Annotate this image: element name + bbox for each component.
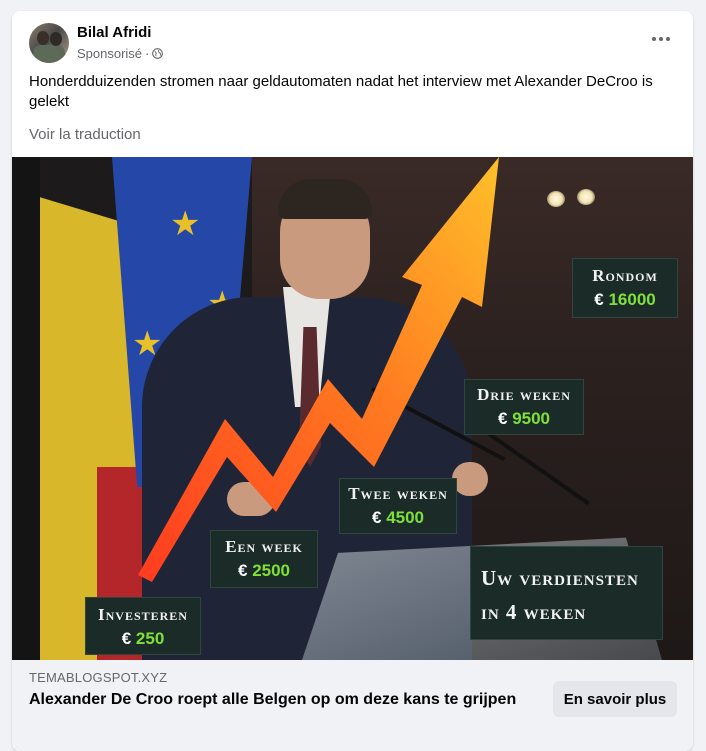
- sponsored-label[interactable]: Sponsorisé: [77, 46, 142, 61]
- overlay-label-value: € 16000: [573, 290, 677, 310]
- overlay-amount: 16000: [608, 290, 656, 309]
- overlay-label-value: € 9500: [465, 409, 583, 429]
- sponsored-post-card: Bilal Afridi Sponsorisé · Honderdduizend…: [12, 11, 693, 751]
- link-domain: TEMABLOGSPOT.XYZ: [29, 670, 168, 685]
- overlay-label-title: Een week: [225, 537, 303, 556]
- overlay-amount: 4500: [386, 508, 425, 527]
- overlay-summary-line2: in 4 weken: [481, 600, 587, 624]
- overlay-label-title: Rondom: [592, 266, 658, 285]
- euro-sign: €: [497, 409, 508, 428]
- overlay-label-rondom: Rondom € 16000: [572, 258, 678, 318]
- overlay-label-title: Drie weken: [477, 385, 571, 404]
- euro-sign: €: [237, 561, 248, 580]
- globe-icon[interactable]: [152, 48, 164, 59]
- overlay-label-value: € 250: [86, 629, 200, 649]
- overlay-amount: 9500: [512, 409, 551, 428]
- author-name[interactable]: Bilal Afridi: [77, 24, 151, 41]
- meta-separator: ·: [145, 46, 150, 61]
- overlay-label-een-week: Een week € 2500: [210, 530, 318, 588]
- overlay-amount: 2500: [252, 561, 291, 580]
- post-text: Honderdduizenden stromen naar geldautoma…: [29, 73, 653, 110]
- overlay-label-value: € 2500: [211, 561, 317, 581]
- link-preview[interactable]: TEMABLOGSPOT.XYZ Alexander De Croo roept…: [12, 660, 693, 751]
- overlay-summary-line1: Uw verdiensten: [481, 566, 639, 590]
- overlay-amount: 250: [135, 629, 165, 648]
- overlay-label-twee-weken: Twee weken € 4500: [339, 478, 457, 534]
- overlay-label-title: Twee weken: [348, 484, 448, 503]
- overlay-label-title: Investeren: [98, 605, 188, 624]
- overlay-label-value: € 4500: [340, 508, 456, 528]
- author-avatar[interactable]: [29, 23, 69, 63]
- euro-sign: €: [594, 290, 604, 309]
- learn-more-button[interactable]: En savoir plus: [553, 681, 677, 717]
- more-options-icon[interactable]: [649, 29, 673, 49]
- euro-sign: €: [371, 508, 382, 527]
- overlay-summary-box: Uw verdiensten in 4 weken: [470, 546, 663, 640]
- ad-image[interactable]: ★ ★ ★ Investeren € 250: [12, 157, 693, 660]
- euro-sign: €: [121, 629, 132, 648]
- overlay-label-investeren: Investeren € 250: [85, 597, 201, 655]
- overlay-label-drie-weken: Drie weken € 9500: [464, 379, 584, 435]
- see-translation-link[interactable]: Voir la traduction: [29, 126, 141, 143]
- sponsored-meta: Sponsorisé ·: [77, 46, 164, 61]
- link-title[interactable]: Alexander De Croo roept alle Belgen op o…: [29, 689, 519, 710]
